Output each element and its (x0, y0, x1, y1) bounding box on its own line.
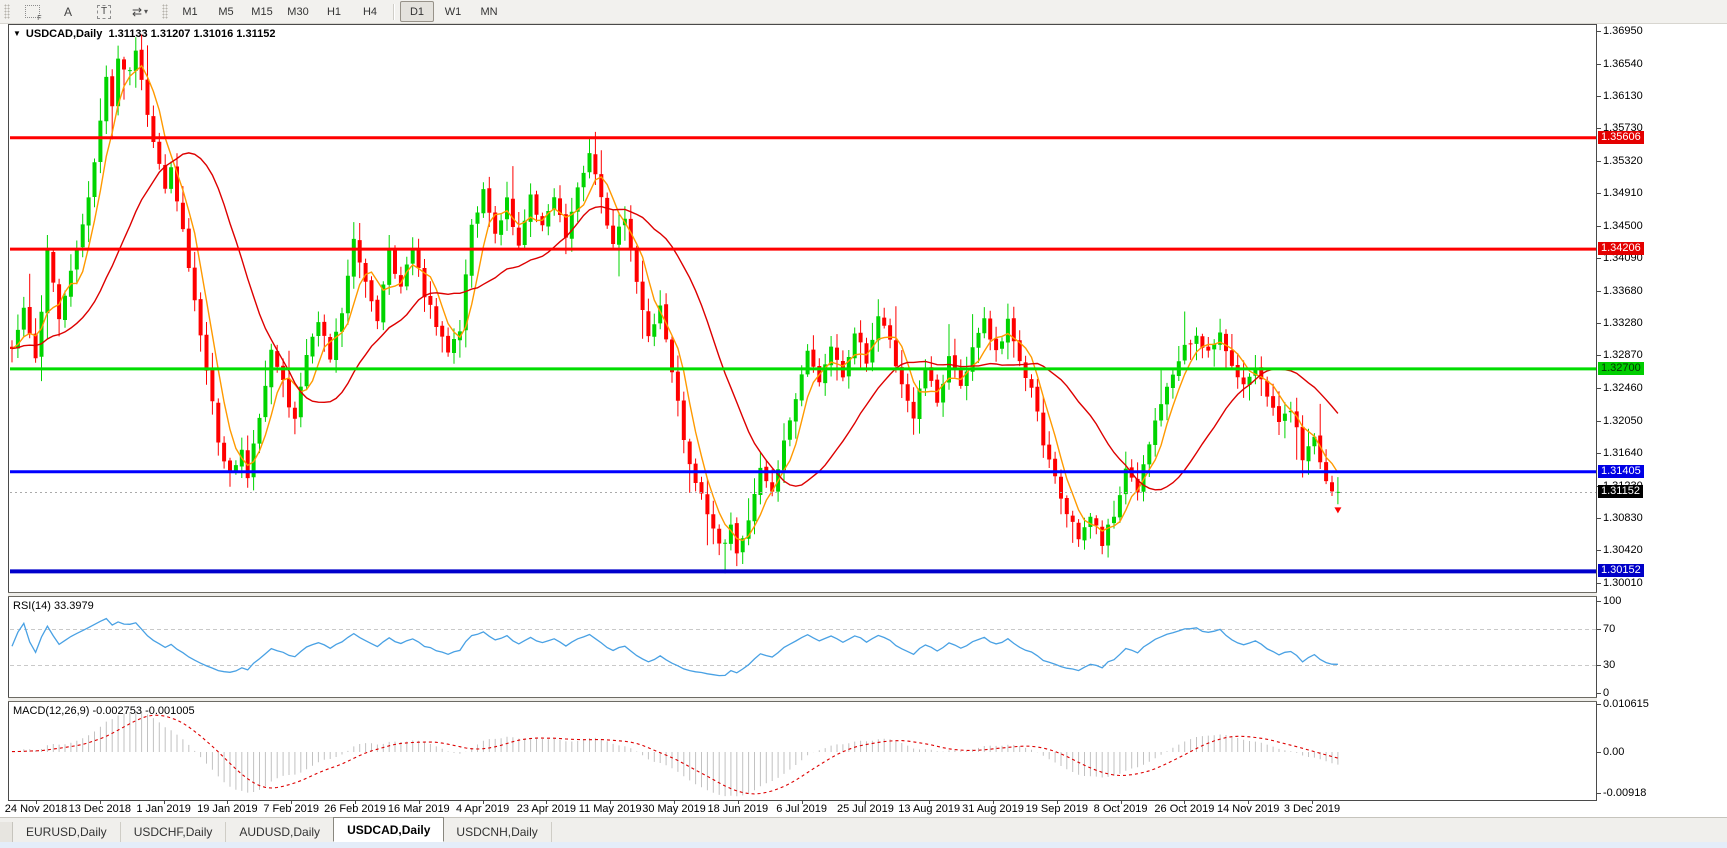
date-axis-label[interactable]: 23 Apr 2019 (517, 803, 576, 815)
collapse-triangle-icon[interactable]: ▼ (13, 29, 21, 38)
macd-label: MACD(12,26,9) -0.002753 -0.001005 (13, 705, 195, 717)
macd-splitter[interactable] (8, 697, 1597, 702)
status-strip (0, 842, 1727, 848)
date-axis-label[interactable]: 13 Dec 2018 (69, 803, 131, 815)
timeframe-button-w1[interactable]: W1 (436, 1, 470, 22)
date-axis-label[interactable]: 4 Apr 2019 (456, 803, 509, 815)
chart-tab-usdchf[interactable]: USDCHF,Daily (121, 822, 227, 842)
price-axis-tick: 1.34910 (1603, 187, 1643, 200)
chart-frame (8, 24, 1601, 804)
macd-axis-tick: 0.00 (1603, 746, 1625, 758)
toolbar-grip[interactable] (162, 4, 168, 19)
chart-title: ▼ USDCAD,Daily 1.31133 1.31207 1.31016 1.… (13, 28, 275, 40)
price-axis-tick: 1.32050 (1603, 414, 1643, 427)
chart-title-ohlc: 1.31133 1.31207 1.31016 1.31152 (108, 28, 276, 40)
price-tag: 1.31405 (1598, 464, 1644, 478)
toolbar: F A T ⇄ ▾ M1 M5 M15 M30 H1 H4 D1 W1 MN (0, 0, 1727, 24)
date-axis-label[interactable]: 26 Feb 2019 (324, 803, 386, 815)
terminal-window: F A T ⇄ ▾ M1 M5 M15 M30 H1 H4 D1 W1 MN ▼ USDCAD,Daily … (0, 0, 1727, 848)
price-axis-tick: 1.30830 (1603, 511, 1643, 524)
price-axis-tick: 1.36540 (1603, 57, 1643, 70)
price-axis-tick: 1.34500 (1603, 219, 1643, 232)
macd-axis-tick: 0.010615 (1603, 698, 1649, 711)
font-a-icon: A (63, 4, 72, 19)
rsi-label: RSI(14) 33.3979 (13, 600, 94, 612)
date-axis-label[interactable]: 3 Dec 2019 (1284, 803, 1340, 815)
date-axis-label[interactable]: 6 Jul 2019 (776, 803, 827, 815)
price-axis-tick: 1.33280 (1603, 316, 1643, 329)
rsi-axis-tick: 30 (1603, 659, 1616, 672)
timeframe-button-h4[interactable]: H4 (353, 1, 387, 22)
text-box-icon: T (96, 4, 112, 19)
chart-tab-usdcad[interactable]: USDCAD,Daily (333, 817, 445, 842)
date-axis-label[interactable]: 31 Aug 2019 (962, 803, 1024, 815)
tab-scroll-box[interactable] (0, 822, 13, 842)
timeframe-button-d1[interactable]: D1 (400, 1, 434, 22)
chart-tab-audusd[interactable]: AUDUSD,Daily (226, 822, 335, 842)
date-axis-label[interactable]: 14 Nov 2019 (1217, 803, 1279, 815)
date-axis-label[interactable]: 11 May 2019 (579, 803, 642, 815)
chart-title-symbol: USDCAD,Daily (25, 28, 103, 40)
date-axis-label[interactable]: 1 Jan 2019 (136, 803, 190, 815)
price-tag: 1.32700 (1598, 361, 1644, 375)
cursor-modes-button[interactable]: ⇄ ▾ (123, 1, 157, 22)
timeframe-button-m5[interactable]: M5 (209, 1, 243, 22)
date-axis-label[interactable]: 18 Jun 2019 (708, 803, 769, 815)
date-axis-label[interactable]: 30 May 2019 (642, 803, 706, 815)
macd-histogram (11, 711, 1339, 797)
price-axis-tick: 1.33680 (1603, 284, 1643, 297)
dropdown-caret-icon: ▾ (144, 7, 149, 16)
ma-21-line[interactable] (11, 152, 1339, 491)
rsi-splitter[interactable] (8, 592, 1597, 597)
price-tag: 1.35606 (1598, 130, 1644, 144)
toolbar-grip[interactable] (4, 4, 10, 19)
date-axis-label[interactable]: 7 Feb 2019 (263, 803, 319, 815)
price-tag: 1.34206 (1598, 242, 1644, 256)
font-a-button[interactable]: A (51, 1, 85, 22)
timeframe-button-m15[interactable]: M15 (245, 1, 279, 22)
date-axis-label[interactable]: 26 Oct 2019 (1154, 803, 1214, 815)
last-price-arrow-icon (1334, 507, 1342, 514)
frame-f-icon: F (24, 5, 42, 22)
frame-f-button[interactable]: F (15, 1, 49, 22)
rsi-axis-tick: 100 (1603, 595, 1622, 607)
macd-axis-tick: -0.00918 (1603, 787, 1647, 800)
chart-tab-bar: EURUSD,Daily USDCHF,Daily AUDUSD,Daily USDC… (0, 817, 1727, 842)
price-axis-tick: 1.31640 (1603, 447, 1643, 460)
date-axis-label[interactable]: 16 Mar 2019 (388, 803, 450, 815)
date-axis-label[interactable]: 19 Sep 2019 (1026, 803, 1088, 815)
price-axis-tick: 1.32870 (1603, 349, 1643, 362)
date-axis-label[interactable]: 19 Jan 2019 (197, 803, 258, 815)
chart-plot-area[interactable] (0, 0, 1727, 848)
macd-signal-line[interactable] (11, 714, 1339, 795)
price-tag: 1.31152 (1598, 484, 1643, 498)
cursor-modes-icon: ⇄ (131, 4, 143, 19)
timeframe-button-h1[interactable]: H1 (317, 1, 351, 22)
timeframe-button-m30[interactable]: M30 (281, 1, 315, 22)
price-axis-tick: 1.32460 (1603, 381, 1643, 394)
rsi-axis-tick: 70 (1603, 622, 1616, 635)
date-axis-label[interactable]: 25 Jul 2019 (837, 803, 894, 815)
date-axis-label[interactable]: 24 Nov 2018 (5, 803, 67, 815)
chart-tab-usdcnh[interactable]: USDCNH,Daily (443, 822, 552, 842)
date-axis-label[interactable]: 8 Oct 2019 (1094, 803, 1148, 815)
text-box-button[interactable]: T (87, 1, 121, 22)
price-axis-tick: 1.30420 (1603, 544, 1643, 557)
price-axis-tick: 1.36130 (1603, 90, 1643, 103)
rsi-line[interactable] (11, 617, 1338, 677)
price-tag: 1.30152 (1598, 564, 1644, 578)
chart-tab-eurusd[interactable]: EURUSD,Daily (13, 822, 121, 842)
price-axis-tick: 1.35320 (1603, 154, 1643, 167)
price-axis-tick: 1.30010 (1603, 576, 1643, 589)
timeframe-button-mn[interactable]: MN (472, 1, 506, 22)
date-axis-label[interactable]: 13 Aug 2019 (898, 803, 960, 815)
toolbar-separator (393, 3, 394, 20)
timeframe-button-m1[interactable]: M1 (173, 1, 207, 22)
rsi-axis-tick: 0 (1603, 687, 1610, 699)
price-axis-tick: 1.36950 (1603, 25, 1643, 37)
